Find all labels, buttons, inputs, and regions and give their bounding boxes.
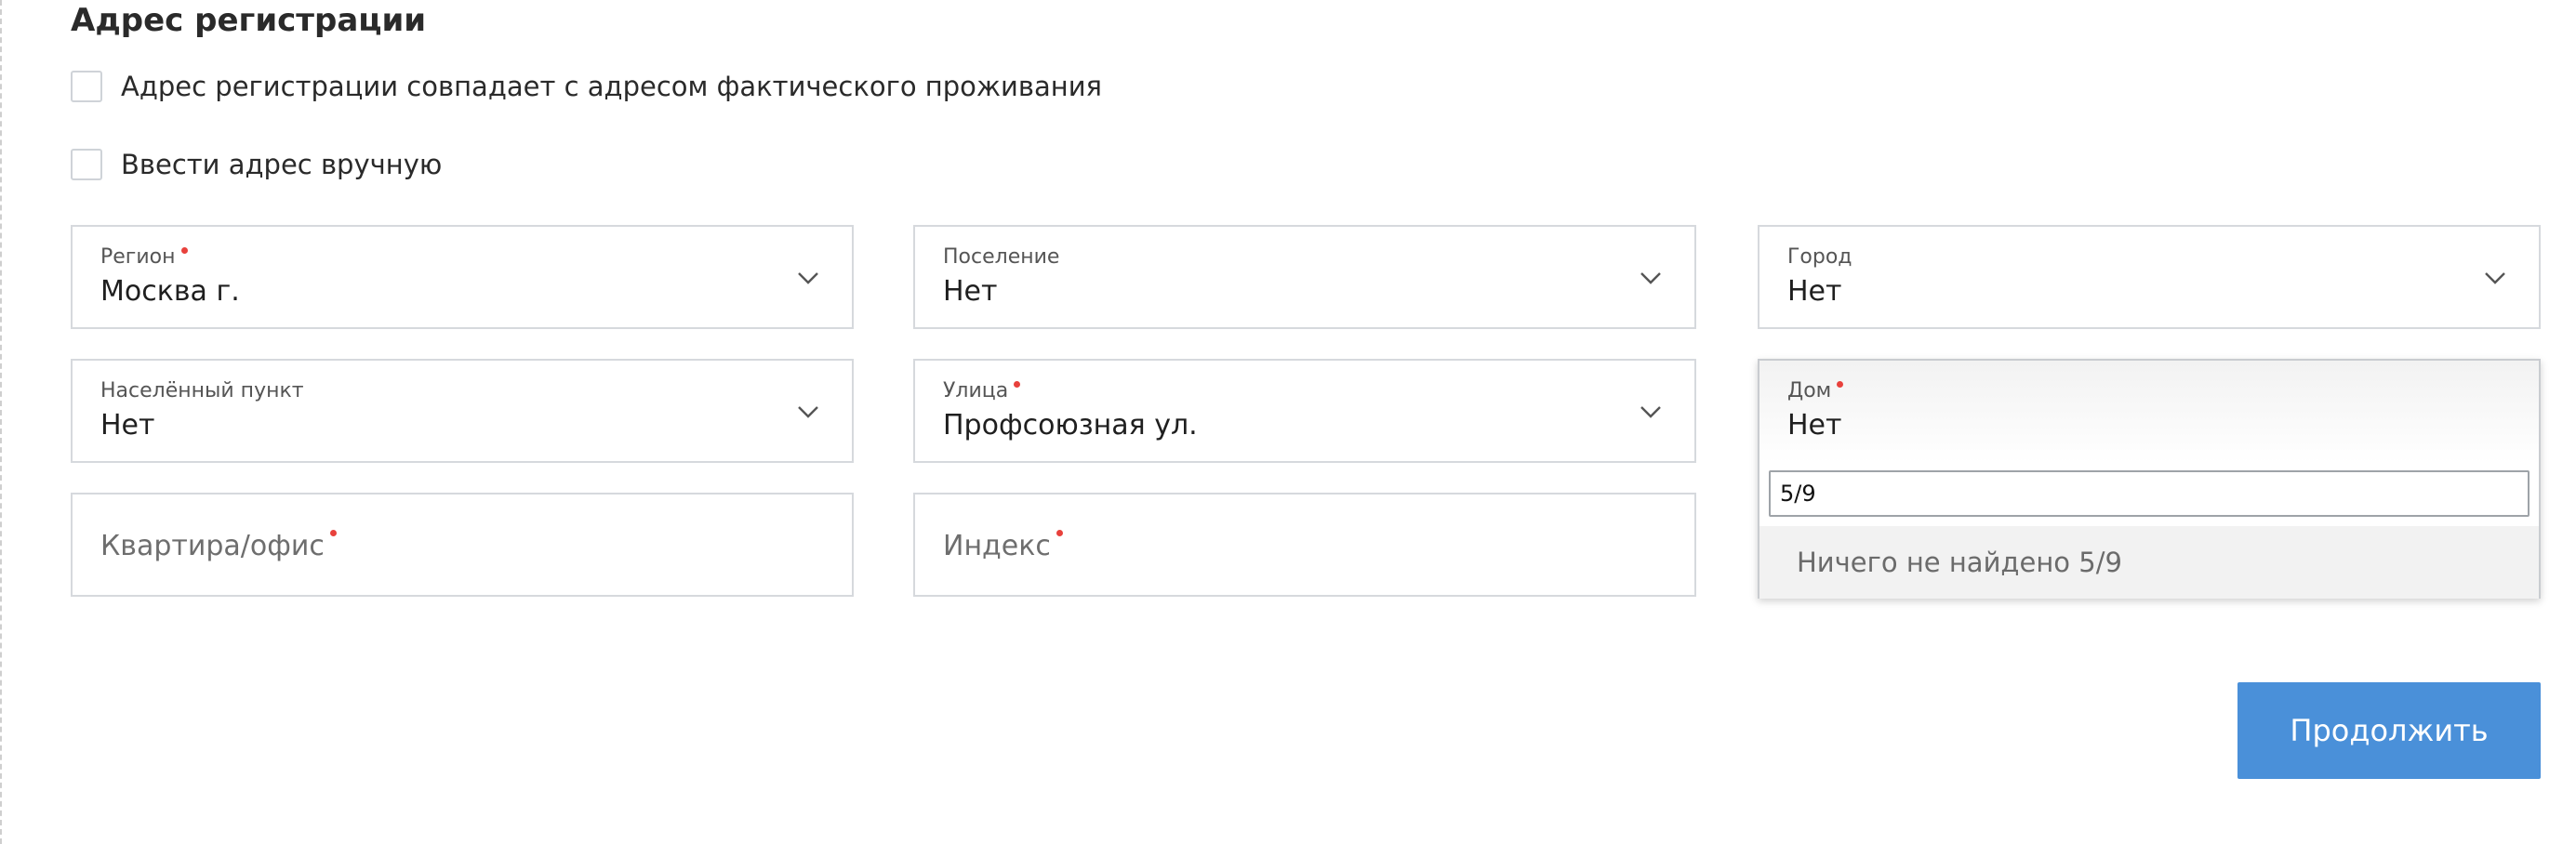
left-dashed-border: [0, 0, 2, 844]
required-marker: [180, 247, 188, 254]
no-results-message: Ничего не найдено 5/9: [1759, 526, 2539, 599]
postcode-placeholder: Индекс: [943, 530, 1063, 562]
settlement-select[interactable]: Поселение Нет: [913, 225, 1696, 329]
region-select[interactable]: Регион Москва г.: [71, 225, 854, 329]
continue-button[interactable]: Продолжить: [2237, 682, 2541, 779]
manual-address-checkbox-row[interactable]: Ввести адрес вручную: [71, 149, 442, 180]
street-label: Улица: [943, 379, 1021, 402]
city-select[interactable]: Город Нет: [1758, 225, 2541, 329]
locality-label: Населённый пункт: [100, 379, 304, 402]
chevron-down-icon[interactable]: [796, 400, 820, 424]
postcode-input[interactable]: Индекс: [913, 493, 1696, 597]
settlement-value: Нет: [943, 275, 998, 308]
city-label: Город: [1787, 245, 1852, 269]
chevron-down-icon[interactable]: [1639, 266, 1663, 290]
region-value: Москва г.: [100, 275, 240, 308]
street-value: Профсоюзная ул.: [943, 409, 1198, 442]
required-marker: [1014, 381, 1021, 388]
locality-select[interactable]: Населённый пункт Нет: [71, 359, 854, 463]
house-search-input[interactable]: [1769, 470, 2530, 517]
chevron-down-icon[interactable]: [2483, 266, 2507, 290]
manual-address-label: Ввести адрес вручную: [121, 149, 443, 180]
same-address-label: Адрес регистрации совпадает с адресом фа…: [121, 71, 1103, 102]
house-select-open[interactable]: Дом Нет Ничего не найдено 5/9: [1758, 359, 2541, 599]
locality-value: Нет: [100, 409, 155, 442]
apartment-placeholder: Квартира/офис: [100, 530, 337, 562]
house-value: Нет: [1787, 409, 1842, 442]
chevron-down-icon[interactable]: [796, 266, 820, 290]
required-marker: [329, 530, 337, 536]
manual-address-checkbox[interactable]: [71, 149, 102, 180]
house-label: Дом: [1787, 379, 1844, 402]
required-marker: [1056, 530, 1063, 536]
chevron-down-icon[interactable]: [1639, 400, 1663, 424]
settlement-label: Поселение: [943, 245, 1060, 269]
same-address-checkbox-row[interactable]: Адрес регистрации совпадает с адресом фа…: [71, 71, 1102, 102]
region-label: Регион: [100, 245, 188, 269]
apartment-input[interactable]: Квартира/офис: [71, 493, 854, 597]
same-address-checkbox[interactable]: [71, 71, 102, 102]
street-select[interactable]: Улица Профсоюзная ул.: [913, 359, 1696, 463]
house-select-header[interactable]: Дом Нет: [1759, 361, 2539, 463]
section-title: Адрес регистрации: [71, 2, 427, 39]
required-marker: [1837, 381, 1844, 388]
city-value: Нет: [1787, 275, 1842, 308]
